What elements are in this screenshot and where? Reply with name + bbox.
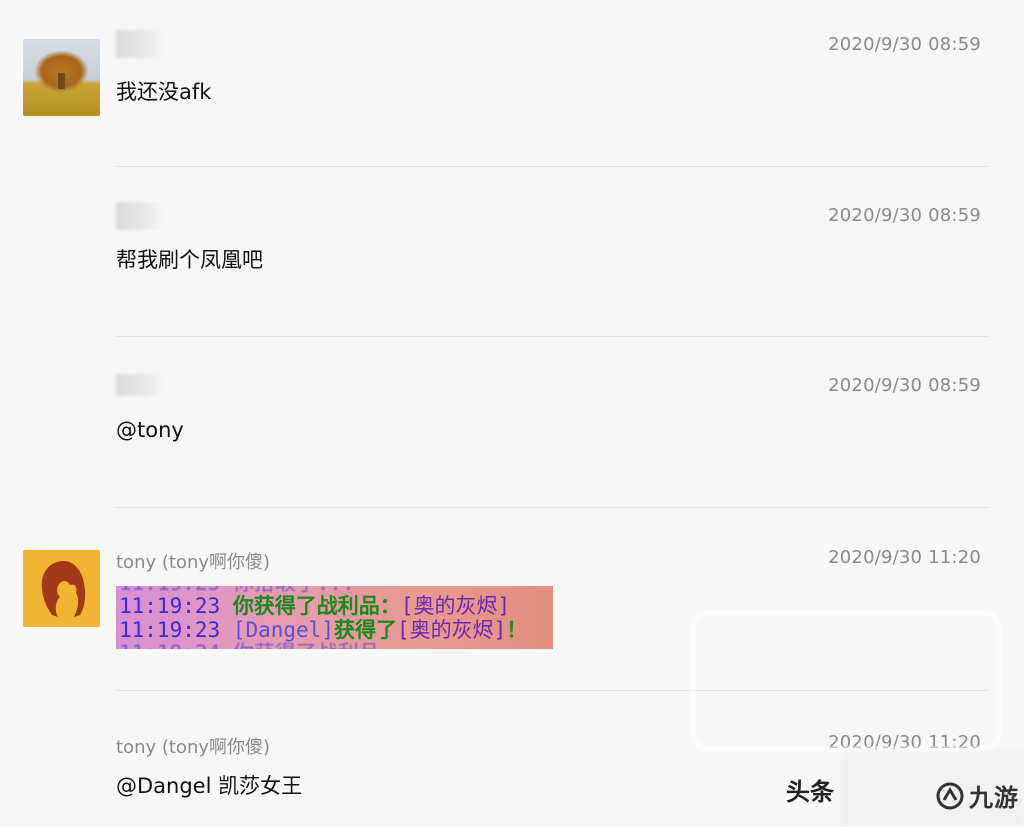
message-text: 我还没afk (116, 80, 212, 104)
image-line: 11:19:23 [Dangel]获得了[奥的灰烬]！ (119, 618, 528, 642)
jiuyou-logo-icon (936, 782, 964, 809)
message-time: 2020/9/30 08:59 (828, 205, 981, 226)
image-line-partial: 11:19:24 你获得了战利品 (119, 642, 380, 650)
divider (116, 507, 989, 508)
sender-name: tony (tony啊你傻) (116, 552, 271, 573)
avatar[interactable] (23, 550, 100, 627)
watermark-logo: 九游 (935, 778, 1019, 813)
message-image[interactable]: 11:19:23 你拾取了... 11:19:23 你获得了战利品：[奥的灰烬]… (116, 586, 553, 649)
message-time: 2020/9/30 11:20 (828, 547, 981, 568)
sender-name: tony (tony啊你傻) (116, 737, 271, 758)
sender-name-redacted (116, 374, 160, 396)
sender-name-redacted (116, 30, 160, 58)
message-text: @Dangel 凯莎女王 (116, 774, 303, 798)
divider (116, 166, 989, 167)
lion-avatar-icon (41, 560, 85, 617)
sender-name-redacted (116, 202, 160, 230)
message-text: 帮我刷个凤凰吧 (116, 248, 263, 272)
message-time: 2020/9/30 08:59 (828, 34, 981, 55)
tree-avatar-icon (58, 73, 65, 89)
message-text: @tony (116, 418, 184, 442)
image-line: 11:19:23 你获得了战利品：[奥的灰烬] (119, 594, 511, 618)
watermark-frame (690, 610, 1002, 752)
avatar[interactable] (23, 39, 100, 116)
watermark-logo-text: 九游 (969, 784, 1019, 812)
watermark-text: 头条 (786, 778, 834, 806)
divider (116, 336, 989, 337)
message-time: 2020/9/30 08:59 (828, 375, 981, 396)
